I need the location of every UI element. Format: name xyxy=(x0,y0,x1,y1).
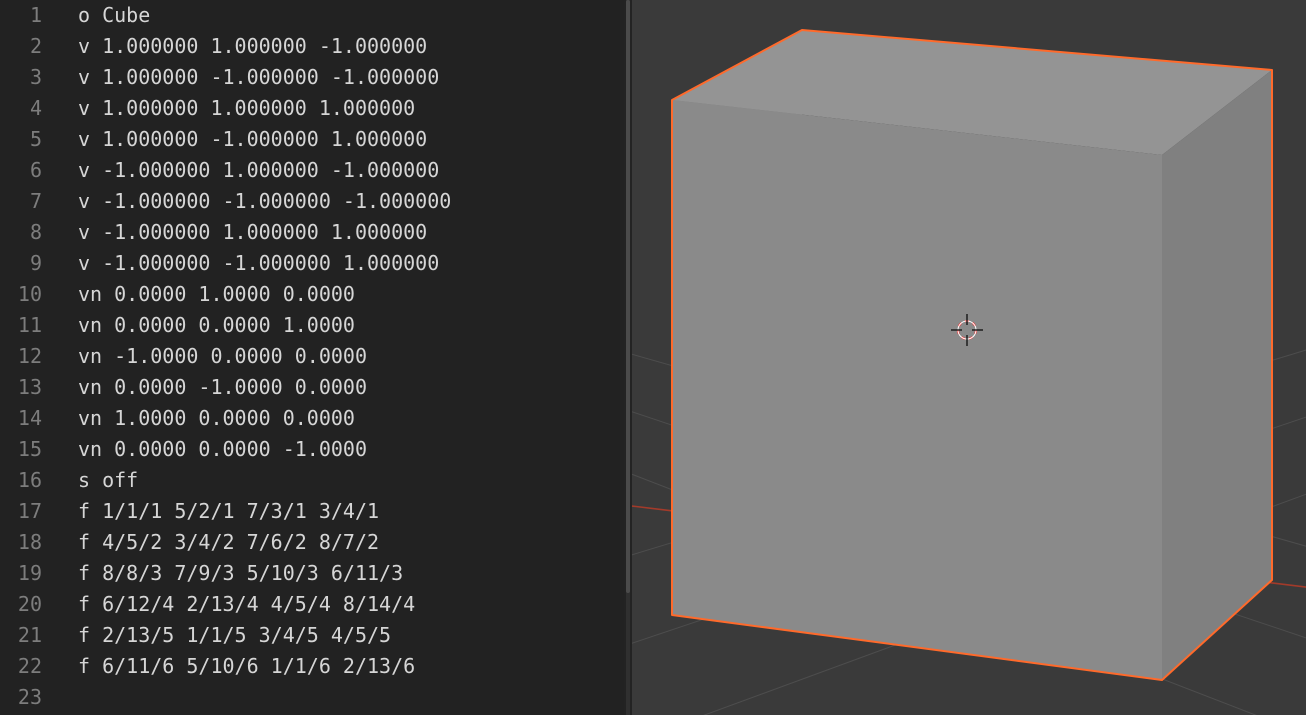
line-number: 3 xyxy=(0,62,42,93)
pane-divider[interactable] xyxy=(624,0,632,715)
line-number: 6 xyxy=(0,155,42,186)
line-number: 22 xyxy=(0,651,42,682)
code-line[interactable]: f 8/8/3 7/9/3 5/10/3 6/11/3 xyxy=(78,558,624,589)
line-number: 18 xyxy=(0,527,42,558)
code-line[interactable]: f 2/13/5 1/1/5 3/4/5 4/5/5 xyxy=(78,620,624,651)
code-line[interactable]: vn -1.0000 0.0000 0.0000 xyxy=(78,341,624,372)
line-number: 7 xyxy=(0,186,42,217)
code-line[interactable]: vn 0.0000 0.0000 -1.0000 xyxy=(78,434,624,465)
cube-face-front xyxy=(672,100,1162,680)
code-line[interactable] xyxy=(78,682,624,713)
code-line[interactable]: f 4/5/2 3/4/2 7/6/2 8/7/2 xyxy=(78,527,624,558)
line-number: 17 xyxy=(0,496,42,527)
code-line[interactable]: f 6/12/4 2/13/4 4/5/4 8/14/4 xyxy=(78,589,624,620)
line-number: 13 xyxy=(0,372,42,403)
code-line[interactable]: vn 0.0000 0.0000 1.0000 xyxy=(78,310,624,341)
line-number: 20 xyxy=(0,589,42,620)
line-number: 14 xyxy=(0,403,42,434)
line-number: 2 xyxy=(0,31,42,62)
line-number: 8 xyxy=(0,217,42,248)
code-line[interactable]: vn 1.0000 0.0000 0.0000 xyxy=(78,403,624,434)
line-number: 23 xyxy=(0,682,42,713)
text-editor-pane[interactable]: 1234567891011121314151617181920212223 o … xyxy=(0,0,624,715)
line-number: 16 xyxy=(0,465,42,496)
code-line[interactable]: v -1.000000 1.000000 1.000000 xyxy=(78,217,624,248)
viewport-canvas[interactable] xyxy=(632,0,1306,715)
line-number: 10 xyxy=(0,279,42,310)
code-line[interactable]: v -1.000000 1.000000 -1.000000 xyxy=(78,155,624,186)
cube-object[interactable] xyxy=(672,30,1272,680)
scrollbar-thumb[interactable] xyxy=(626,0,630,593)
code-line[interactable]: v 1.000000 -1.000000 1.000000 xyxy=(78,124,624,155)
code-line[interactable]: f 1/1/1 5/2/1 7/3/1 3/4/1 xyxy=(78,496,624,527)
code-line[interactable]: vn 0.0000 -1.0000 0.0000 xyxy=(78,372,624,403)
code-line[interactable]: v 1.000000 -1.000000 -1.000000 xyxy=(78,62,624,93)
line-number-gutter: 1234567891011121314151617181920212223 xyxy=(0,0,52,715)
code-line[interactable]: o Cube xyxy=(78,0,624,31)
line-number: 12 xyxy=(0,341,42,372)
code-line[interactable]: s off xyxy=(78,465,624,496)
line-number: 5 xyxy=(0,124,42,155)
code-line[interactable]: v 1.000000 1.000000 1.000000 xyxy=(78,93,624,124)
code-line[interactable]: v 1.000000 1.000000 -1.000000 xyxy=(78,31,624,62)
code-area[interactable]: o Cubev 1.000000 1.000000 -1.000000v 1.0… xyxy=(78,0,624,713)
line-number: 21 xyxy=(0,620,42,651)
line-number: 4 xyxy=(0,93,42,124)
viewport-3d[interactable] xyxy=(632,0,1306,715)
code-line[interactable]: v -1.000000 -1.000000 -1.000000 xyxy=(78,186,624,217)
cube-face-right-sliver xyxy=(1162,70,1272,680)
code-line[interactable]: vn 0.0000 1.0000 0.0000 xyxy=(78,279,624,310)
line-number: 11 xyxy=(0,310,42,341)
line-number: 15 xyxy=(0,434,42,465)
code-line[interactable]: f 6/11/6 5/10/6 1/1/6 2/13/6 xyxy=(78,651,624,682)
line-number: 19 xyxy=(0,558,42,589)
line-number: 1 xyxy=(0,0,42,31)
line-number: 9 xyxy=(0,248,42,279)
code-line[interactable]: v -1.000000 -1.000000 1.000000 xyxy=(78,248,624,279)
